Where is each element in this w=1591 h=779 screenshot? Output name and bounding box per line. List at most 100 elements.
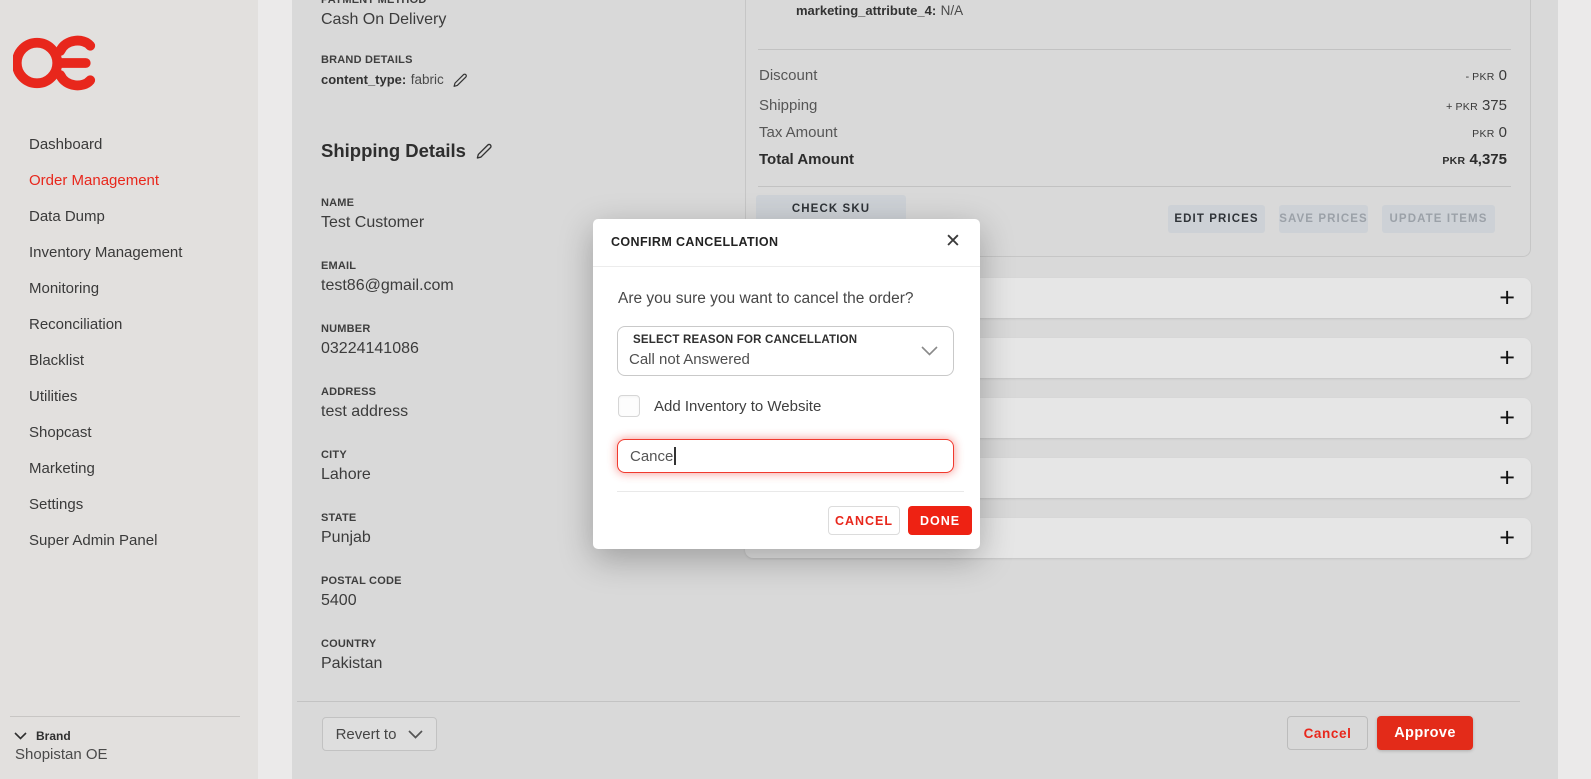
oe-logo[interactable]	[13, 33, 103, 93]
sidebar-item-monitoring[interactable]: Monitoring	[0, 271, 258, 307]
app-window: Dashboard Order Management Data Dump Inv…	[0, 0, 1591, 779]
sidebar-item-reconciliation[interactable]: Reconciliation	[0, 307, 258, 343]
modal-done-button[interactable]: DONE	[908, 506, 972, 535]
field-value: Lahore	[321, 466, 371, 484]
payment-method-label: PAYMENT METHOD	[321, 0, 446, 6]
field-value: Pakistan	[321, 655, 382, 673]
field-value: test address	[321, 403, 408, 421]
confirm-cancellation-modal: CONFIRM CANCELLATION ✕ Are you sure you …	[593, 219, 980, 549]
sidebar-item-utilities[interactable]: Utilities	[0, 379, 258, 415]
amount-label: Shipping	[759, 97, 817, 114]
field-value: 5400	[321, 592, 402, 610]
payment-method-field: PAYMENT METHOD Cash On Delivery	[321, 0, 446, 29]
sidebar-item-order-management[interactable]: Order Management	[0, 163, 258, 199]
footer-divider	[297, 701, 1520, 702]
shipping-postal-code-field: POSTAL CODE 5400	[321, 575, 402, 610]
modal-question: Are you sure you want to cancel the orde…	[618, 290, 914, 308]
brand-details-label: BRAND DETAILS	[321, 54, 469, 66]
content-type-value: fabric	[411, 72, 444, 87]
expand-plus-icon: +	[1499, 345, 1515, 372]
tax-amount-row: Tax Amount PKR0	[759, 124, 1507, 144]
shipping-details-title: Shipping Details	[321, 140, 494, 162]
marketing-attribute-row: marketing_attribute_4: N/A	[796, 2, 963, 20]
text-caret	[674, 447, 676, 465]
shipping-details-title-text: Shipping Details	[321, 140, 466, 162]
sidebar-item-super-admin-panel[interactable]: Super Admin Panel	[0, 523, 258, 559]
add-inventory-checkbox[interactable]	[618, 395, 640, 417]
modal-cancel-button[interactable]: CANCEL	[828, 506, 900, 535]
sidebar-item-inventory-management[interactable]: Inventory Management	[0, 235, 258, 271]
sidebar-item-blacklist[interactable]: Blacklist	[0, 343, 258, 379]
sidebar-item-data-dump[interactable]: Data Dump	[0, 199, 258, 235]
currency: PKR	[1472, 71, 1495, 83]
edit-shipping-details-button[interactable]	[475, 142, 494, 161]
field-label: STATE	[321, 512, 371, 524]
currency: PKR	[1442, 155, 1465, 167]
expand-plus-icon: +	[1499, 285, 1515, 312]
revert-to-dropdown[interactable]: Revert to	[322, 717, 437, 751]
sidebar-item-shopcast[interactable]: Shopcast	[0, 415, 258, 451]
marketing-attribute-value: N/A	[941, 3, 964, 18]
cancellation-comment-input[interactable]	[617, 439, 954, 473]
summary-divider	[758, 186, 1511, 187]
pencil-icon	[475, 142, 494, 161]
chevron-down-icon	[408, 730, 423, 739]
update-items-button[interactable]: UPDATE ITEMS	[1382, 205, 1495, 233]
sidebar-item-marketing[interactable]: Marketing	[0, 451, 258, 487]
field-label: NUMBER	[321, 323, 419, 335]
shipping-number-field: NUMBER 03224141086	[321, 323, 419, 358]
brand-selector[interactable]: Brand	[14, 727, 71, 745]
sidebar-item-dashboard[interactable]: Dashboard	[0, 127, 258, 163]
amount-value: 375	[1482, 97, 1507, 114]
brand-selector-label: Brand	[36, 729, 71, 743]
sidebar-divider	[10, 716, 240, 717]
total-amount-row: Total Amount PKR4,375	[759, 151, 1507, 171]
chevron-down-icon	[921, 346, 938, 356]
expand-plus-icon: +	[1499, 465, 1515, 492]
reason-select-value: Call not Answered	[629, 351, 750, 368]
payment-method-value: Cash On Delivery	[321, 11, 446, 29]
field-value: Test Customer	[321, 214, 424, 232]
modal-title: CONFIRM CANCELLATION	[611, 235, 778, 249]
shipping-city-field: CITY Lahore	[321, 449, 371, 484]
amount-label: Total Amount	[759, 151, 854, 168]
revert-to-label: Revert to	[336, 726, 397, 743]
amount-sign: -	[1465, 71, 1469, 83]
shipping-email-field: EMAIL test86@gmail.com	[321, 260, 454, 295]
field-label: ADDRESS	[321, 386, 408, 398]
brand-name: Shopistan OE	[15, 746, 108, 763]
currency: PKR	[1472, 128, 1495, 140]
field-label: NAME	[321, 197, 424, 209]
field-label: COUNTRY	[321, 638, 382, 650]
chevron-down-icon	[14, 732, 27, 740]
order-cancel-button[interactable]: Cancel	[1287, 716, 1368, 750]
sidebar-nav: Dashboard Order Management Data Dump Inv…	[0, 127, 258, 559]
edit-prices-button[interactable]: EDIT PRICES	[1168, 205, 1265, 233]
shipping-country-field: COUNTRY Pakistan	[321, 638, 382, 673]
field-value: 03224141086	[321, 340, 419, 358]
summary-divider	[758, 49, 1511, 50]
expand-plus-icon: +	[1499, 525, 1515, 552]
amount-sign: +	[1446, 101, 1452, 113]
field-value: test86@gmail.com	[321, 277, 454, 295]
save-prices-button[interactable]: SAVE PRICES	[1279, 205, 1368, 233]
shipping-row: Shipping +PKR 375	[759, 97, 1507, 117]
expand-plus-icon: +	[1499, 405, 1515, 432]
field-label: CITY	[321, 449, 371, 461]
modal-footer-divider	[617, 491, 964, 492]
shipping-state-field: STATE Punjab	[321, 512, 371, 547]
field-label: POSTAL CODE	[321, 575, 402, 587]
order-approve-button[interactable]: Approve	[1377, 716, 1473, 750]
shipping-address-field: ADDRESS test address	[321, 386, 408, 421]
sidebar-item-settings[interactable]: Settings	[0, 487, 258, 523]
modal-header-divider	[593, 266, 980, 267]
discount-row: Discount -PKR0	[759, 67, 1507, 87]
reason-select-label: SELECT REASON FOR CANCELLATION	[633, 334, 857, 346]
edit-brand-details-button[interactable]	[452, 72, 469, 89]
close-icon[interactable]: ✕	[940, 228, 966, 254]
cancellation-reason-select[interactable]: SELECT REASON FOR CANCELLATION Call not …	[617, 326, 954, 376]
currency: PKR	[1455, 101, 1478, 113]
amount-value: 0	[1499, 124, 1507, 141]
content-type-key: content_type:	[321, 72, 406, 87]
cancellation-comment-wrap	[617, 439, 954, 473]
